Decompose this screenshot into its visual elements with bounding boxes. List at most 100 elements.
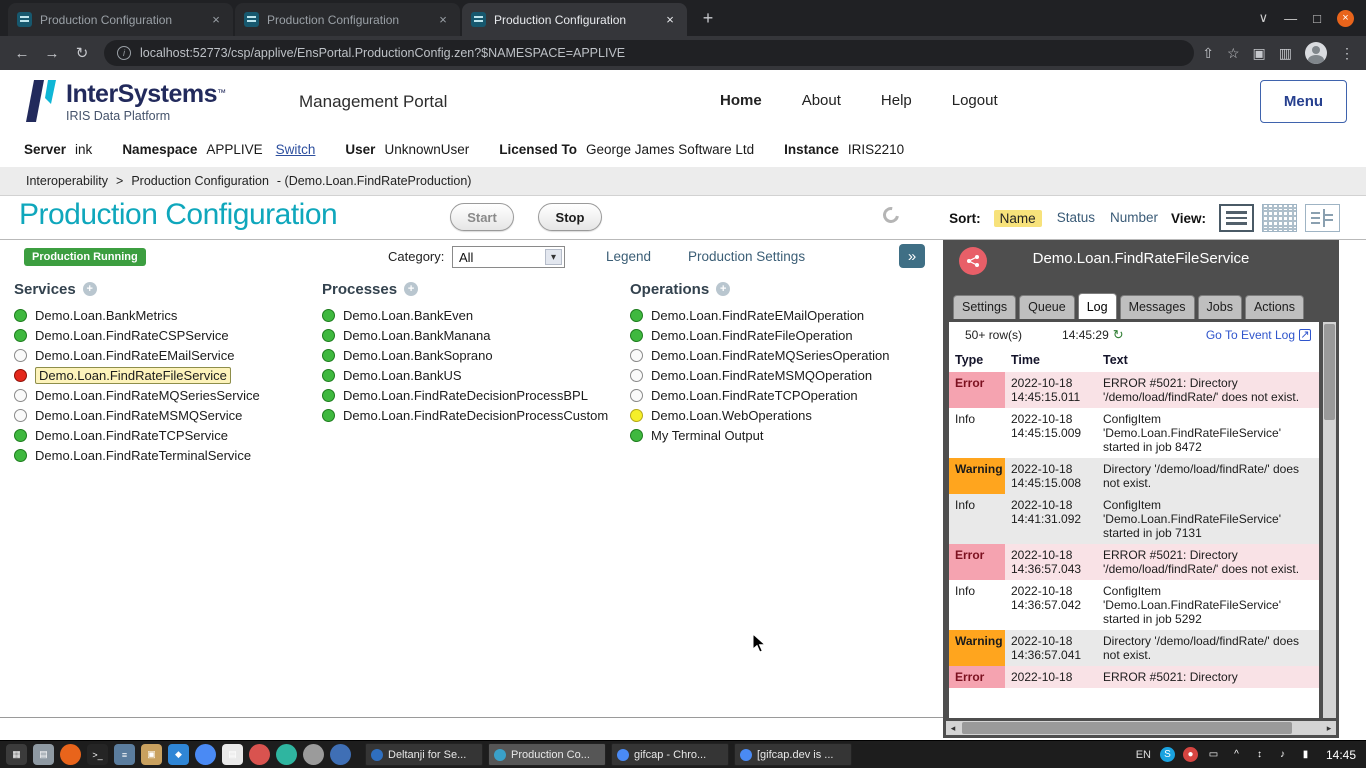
panel-tab[interactable]: Jobs <box>1198 295 1242 319</box>
taskbar-window-button[interactable]: Deltanji for Se... <box>365 743 483 766</box>
log-row[interactable]: Warning 2022-10-18 14:36:57.041 Director… <box>949 630 1319 666</box>
panel-tab[interactable]: Settings <box>953 295 1016 319</box>
text-editor-icon[interactable]: ≡ <box>114 744 135 765</box>
config-item[interactable]: Demo.Loan.BankSoprano <box>322 345 622 365</box>
legend-link[interactable]: Legend <box>606 249 651 264</box>
log-row[interactable]: Error 2022-10-18 14:45:15.011 ERROR #502… <box>949 372 1319 408</box>
log-row[interactable]: Info 2022-10-18 14:41:31.092 ConfigItem … <box>949 494 1319 544</box>
sort-option[interactable]: Status <box>1057 210 1095 227</box>
scrollbar-thumb[interactable] <box>962 722 1292 734</box>
add-service-icon[interactable]: + <box>83 282 97 296</box>
tab-close-icon[interactable]: × <box>435 12 451 28</box>
config-item[interactable]: Demo.Loan.FindRateMQSeriesService <box>14 385 314 405</box>
browser-tab[interactable]: Production Configuration × <box>8 3 233 36</box>
app-menu-icon[interactable]: ▦ <box>6 744 27 765</box>
sort-option[interactable]: Number <box>1110 210 1158 227</box>
display-icon[interactable]: ▭ <box>1206 747 1221 762</box>
log-row[interactable]: Warning 2022-10-18 14:45:15.008 Director… <box>949 458 1319 494</box>
screen-recorder-icon[interactable]: ● <box>1183 747 1198 762</box>
close-window-icon[interactable]: × <box>1337 10 1354 27</box>
breadcrumb-production-configuration[interactable]: Production Configuration <box>131 174 269 188</box>
minimize-icon[interactable]: — <box>1284 11 1297 26</box>
taskbar-window-button[interactable]: [gifcap.dev is ... <box>734 743 852 766</box>
chrome-icon[interactable] <box>195 744 216 765</box>
share-icon[interactable]: ⇧ <box>1202 45 1214 62</box>
config-item[interactable]: Demo.Loan.FindRateTCPService <box>14 425 314 445</box>
power-icon[interactable]: ▮ <box>1298 747 1313 762</box>
config-item[interactable]: Demo.Loan.BankEven <box>322 305 622 325</box>
settings-icon[interactable] <box>303 744 324 765</box>
back-icon[interactable]: ← <box>8 39 36 67</box>
address-bar[interactable]: i localhost:52773/csp/applive/EnsPortal.… <box>104 40 1194 66</box>
config-item[interactable]: Demo.Loan.FindRateFileService <box>14 365 314 385</box>
nav-link[interactable]: Help <box>881 92 912 109</box>
config-item[interactable]: Demo.Loan.FindRateMSMQOperation <box>630 365 930 385</box>
new-tab-button[interactable]: + <box>695 5 721 31</box>
firefox-icon[interactable] <box>60 744 81 765</box>
bookmark-star-icon[interactable]: ☆ <box>1227 45 1240 62</box>
browser-tab[interactable]: Production Configuration × <box>235 3 460 36</box>
vscode-icon[interactable]: ◆ <box>168 744 189 765</box>
start-button[interactable]: Start <box>450 203 514 231</box>
browser-tab[interactable]: Production Configuration × <box>462 3 687 36</box>
switch-namespace-link[interactable]: Switch <box>276 142 316 157</box>
category-select[interactable]: All ▾ <box>452 246 565 268</box>
production-settings-link[interactable]: Production Settings <box>688 249 805 264</box>
config-item[interactable]: Demo.Loan.FindRateDecisionProcessBPL <box>322 385 622 405</box>
view-split-icon[interactable] <box>1305 204 1340 232</box>
view-grid-icon[interactable] <box>1262 204 1297 232</box>
config-item[interactable]: Demo.Loan.FindRateEMailOperation <box>630 305 930 325</box>
tab-search-chevron-icon[interactable]: ∨ <box>1259 10 1269 26</box>
breadcrumb-interoperability[interactable]: Interoperability <box>26 174 108 188</box>
office-icon[interactable]: ▤ <box>222 744 243 765</box>
side-panel-icon[interactable]: ▥ <box>1279 45 1292 62</box>
panel-vertical-scrollbar[interactable] <box>1323 322 1336 718</box>
extensions-icon[interactable]: ▣ <box>1253 45 1266 62</box>
nav-link[interactable]: About <box>802 92 841 109</box>
taskbar-window-button[interactable]: gifcap - Chro... <box>611 743 729 766</box>
config-item[interactable]: Demo.Loan.FindRateTCPOperation <box>630 385 930 405</box>
refresh-icon[interactable]: ↻ <box>1113 327 1124 343</box>
go-to-event-log-link[interactable]: Go To Event Log ↗ <box>1206 328 1311 342</box>
config-item[interactable]: Demo.Loan.FindRateTerminalService <box>14 445 314 465</box>
config-item[interactable]: Demo.Loan.FindRateEMailService <box>14 345 314 365</box>
profile-avatar[interactable] <box>1305 42 1327 64</box>
config-item[interactable]: Demo.Loan.FindRateMQSeriesOperation <box>630 345 930 365</box>
tab-close-icon[interactable]: × <box>208 12 224 28</box>
panel-tab[interactable]: Actions <box>1245 295 1304 319</box>
file-manager-icon[interactable]: ▤ <box>33 744 54 765</box>
scroll-right-icon[interactable]: ▸ <box>1322 723 1336 734</box>
config-item[interactable]: Demo.Loan.FindRateCSPService <box>14 325 314 345</box>
menu-button[interactable]: Menu <box>1260 80 1347 123</box>
sort-option[interactable]: Name <box>994 210 1042 227</box>
keyboard-layout-indicator[interactable]: EN <box>1136 749 1151 761</box>
tab-close-icon[interactable]: × <box>662 12 678 28</box>
config-item[interactable]: Demo.Loan.BankUS <box>322 365 622 385</box>
expand-panel-icon[interactable]: » <box>899 244 925 268</box>
config-item[interactable]: Demo.Loan.FindRateMSMQService <box>14 405 314 425</box>
panel-tab[interactable]: Queue <box>1019 295 1075 319</box>
config-item[interactable]: Demo.Loan.WebOperations <box>630 405 930 425</box>
panel-horizontal-scrollbar[interactable]: ◂ ▸ <box>946 721 1336 735</box>
nav-link[interactable]: Logout <box>952 92 998 109</box>
messaging-icon[interactable] <box>276 744 297 765</box>
config-item[interactable]: Demo.Loan.BankMetrics <box>14 305 314 325</box>
view-rows-icon[interactable] <box>1219 204 1254 232</box>
browser-menu-kebab-icon[interactable]: ⋮ <box>1340 45 1354 62</box>
reload-icon[interactable]: ↻ <box>68 39 96 67</box>
volume-icon[interactable]: ♪ <box>1275 747 1290 762</box>
config-item[interactable]: Demo.Loan.BankManana <box>322 325 622 345</box>
network-tool-icon[interactable] <box>330 744 351 765</box>
add-operation-icon[interactable]: + <box>716 282 730 296</box>
panel-tab[interactable]: Log <box>1078 293 1117 319</box>
log-row[interactable]: Error 2022-10-18 14:36:57.043 ERROR #502… <box>949 544 1319 580</box>
log-row[interactable]: Error 2022-10-18 ERROR #5021: Directory <box>949 666 1319 688</box>
add-process-icon[interactable]: + <box>404 282 418 296</box>
taskbar-window-button[interactable]: Production Co... <box>488 743 606 766</box>
network-icon[interactable]: ↕ <box>1252 747 1267 762</box>
site-info-icon[interactable]: i <box>117 46 131 60</box>
config-item[interactable]: Demo.Loan.FindRateDecisionProcessCustom <box>322 405 622 425</box>
media-player-icon[interactable] <box>249 744 270 765</box>
skype-icon[interactable]: S <box>1160 747 1175 762</box>
clock[interactable]: 14:45 <box>1326 748 1356 762</box>
